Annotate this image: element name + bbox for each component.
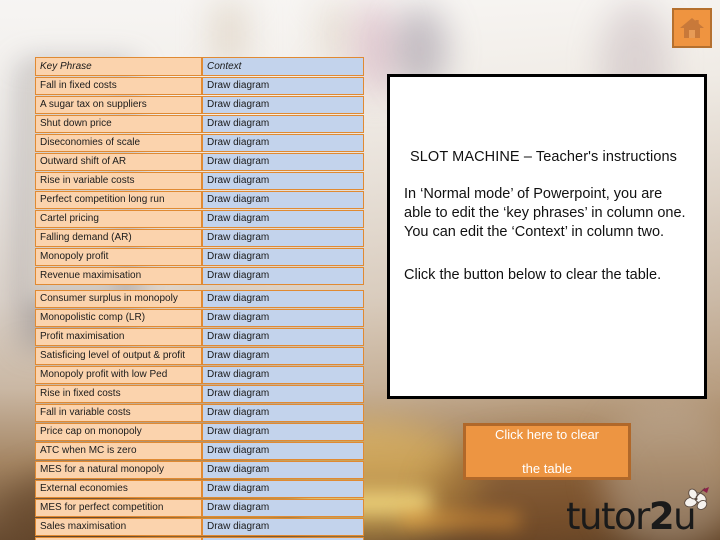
cell-key-phrase[interactable]: Monopoly profit with low Ped xyxy=(35,366,202,384)
logo-text-light: tutor xyxy=(566,495,650,538)
table-row: Sales maximisation Draw diagram xyxy=(35,518,364,536)
cell-context[interactable]: Draw diagram xyxy=(202,96,364,114)
table-row: Revenue maximisation Draw diagram xyxy=(35,267,364,285)
clear-table-button[interactable]: Click here to clear the table xyxy=(463,423,631,480)
cell-key-phrase[interactable]: Outward shift of AR xyxy=(35,153,202,171)
cell-context[interactable]: Draw diagram xyxy=(202,518,364,536)
cell-key-phrase[interactable]: Rise in variable costs xyxy=(35,172,202,190)
cell-key-phrase[interactable]: Rise in fixed costs xyxy=(35,385,202,403)
table-row: ATC when MC is zero Draw diagram xyxy=(35,442,364,460)
table-row: Shut down price Draw diagram xyxy=(35,115,364,133)
cell-context[interactable]: Draw diagram xyxy=(202,115,364,133)
cell-key-phrase[interactable]: MES for perfect competition xyxy=(35,499,202,517)
table-row: Rise in fixed costs Draw diagram xyxy=(35,385,364,403)
table-row: Cartel pricing Draw diagram xyxy=(35,210,364,228)
tutor2u-logo: tutor2u xyxy=(566,487,716,538)
instructions-panel: SLOT MACHINE – Teacher's instructions In… xyxy=(387,74,707,399)
key-phrase-table: Key Phrase Context Fall in fixed costs Draw… xyxy=(35,56,364,540)
table-row: MES for a natural monopoly Draw diagram xyxy=(35,461,364,479)
cell-context[interactable]: Draw diagram xyxy=(202,404,364,422)
cell-context[interactable]: Draw diagram xyxy=(202,461,364,479)
logo-wordmark: tutor2u xyxy=(566,495,697,538)
header-key-phrase[interactable]: Key Phrase xyxy=(35,57,202,76)
cell-key-phrase[interactable]: Consumer surplus in monopoly xyxy=(35,290,202,308)
instructions-paragraph-1: In ‘Normal mode’ of Powerpoint, you are … xyxy=(404,186,686,240)
cell-context[interactable]: Draw diagram xyxy=(202,499,364,517)
table-row: A sugar tax on suppliers Draw diagram xyxy=(35,96,364,114)
home-button[interactable] xyxy=(672,8,712,48)
table-row: External economies Draw diagram xyxy=(35,480,364,498)
logo-text-bold: 2 xyxy=(648,495,675,538)
cell-key-phrase[interactable]: Monopolistic comp (LR) xyxy=(35,309,202,327)
clear-button-line-2: the table xyxy=(522,461,572,476)
cell-context[interactable]: Draw diagram xyxy=(202,328,364,346)
table-row: Fall in variable costs Draw diagram xyxy=(35,404,364,422)
cell-key-phrase[interactable]: External economies xyxy=(35,480,202,498)
cell-key-phrase[interactable]: Diseconomies of scale xyxy=(35,134,202,152)
table-row: Outward shift of AR Draw diagram xyxy=(35,153,364,171)
table-row: Price cap on monopoly Draw diagram xyxy=(35,423,364,441)
cell-context[interactable]: Draw diagram xyxy=(202,229,364,247)
table-row: Monopolistic comp (LR) Draw diagram xyxy=(35,309,364,327)
cell-context[interactable]: Draw diagram xyxy=(202,248,364,266)
slide-root: Key Phrase Context Fall in fixed costs Draw… xyxy=(0,0,720,540)
cell-key-phrase[interactable]: Profit maximisation xyxy=(35,328,202,346)
instructions-paragraph-2: Click the button below to clear the tabl… xyxy=(404,267,662,283)
phrase-table: Key Phrase Context Fall in fixed costs Draw… xyxy=(35,56,364,540)
table-row: Profit maximisation Draw diagram xyxy=(35,328,364,346)
cell-key-phrase[interactable]: Shut down price xyxy=(35,115,202,133)
table-row: Consumer surplus in monopoly Draw diagram xyxy=(35,290,364,308)
cell-key-phrase[interactable]: Fall in fixed costs xyxy=(35,77,202,95)
table-row: Diseconomies of scale Draw diagram xyxy=(35,134,364,152)
table-row: MES for perfect competition Draw diagram xyxy=(35,499,364,517)
cell-key-phrase[interactable]: MES for a natural monopoly xyxy=(35,461,202,479)
table-row: Rise in variable costs Draw diagram xyxy=(35,172,364,190)
cell-context[interactable]: Draw diagram xyxy=(202,134,364,152)
table-row: Satisficing level of output & profit Draw… xyxy=(35,347,364,365)
cell-key-phrase[interactable]: Cartel pricing xyxy=(35,210,202,228)
cell-context[interactable]: Draw diagram xyxy=(202,347,364,365)
cell-key-phrase[interactable]: Monopoly profit xyxy=(35,248,202,266)
cell-context[interactable]: Draw diagram xyxy=(202,172,364,190)
table-row: Monopoly profit with low Ped Draw diagram xyxy=(35,366,364,384)
cell-context[interactable]: Draw diagram xyxy=(202,480,364,498)
panel-title: SLOT MACHINE – Teacher's instructions xyxy=(410,149,678,165)
table-gap xyxy=(35,286,364,289)
cell-key-phrase[interactable]: Falling demand (AR) xyxy=(35,229,202,247)
cell-context[interactable]: Draw diagram xyxy=(202,191,364,209)
clear-button-line-1: Click here to clear xyxy=(494,427,600,442)
table-row: Monopoly profit Draw diagram xyxy=(35,248,364,266)
cell-context[interactable]: Draw diagram xyxy=(202,290,364,308)
cell-context[interactable]: Draw diagram xyxy=(202,267,364,285)
cell-key-phrase[interactable]: A sugar tax on suppliers xyxy=(35,96,202,114)
table-row: Falling demand (AR) Draw diagram xyxy=(35,229,364,247)
header-context[interactable]: Context xyxy=(202,57,364,76)
cell-context[interactable]: Draw diagram xyxy=(202,210,364,228)
table-row: Fall in fixed costs Draw diagram xyxy=(35,77,364,95)
cell-key-phrase[interactable]: Sales maximisation xyxy=(35,518,202,536)
cell-context[interactable]: Draw diagram xyxy=(202,423,364,441)
cell-context[interactable]: Draw diagram xyxy=(202,385,364,403)
cell-context[interactable]: Draw diagram xyxy=(202,77,364,95)
cell-key-phrase[interactable]: Fall in variable costs xyxy=(35,404,202,422)
home-icon xyxy=(680,18,704,38)
cell-key-phrase[interactable]: Price cap on monopoly xyxy=(35,423,202,441)
cell-context[interactable]: Draw diagram xyxy=(202,153,364,171)
flower-icon xyxy=(684,487,709,510)
cell-context[interactable]: Draw diagram xyxy=(202,366,364,384)
cell-key-phrase[interactable]: Revenue maximisation xyxy=(35,267,202,285)
cell-key-phrase[interactable]: ATC when MC is zero xyxy=(35,442,202,460)
table-row: Perfect competition long run Draw diagram xyxy=(35,191,364,209)
cell-context[interactable]: Draw diagram xyxy=(202,309,364,327)
cell-key-phrase[interactable]: Satisficing level of output & profit xyxy=(35,347,202,365)
table-header-row: Key Phrase Context xyxy=(35,57,364,76)
cell-context[interactable]: Draw diagram xyxy=(202,442,364,460)
cell-key-phrase[interactable]: Perfect competition long run xyxy=(35,191,202,209)
